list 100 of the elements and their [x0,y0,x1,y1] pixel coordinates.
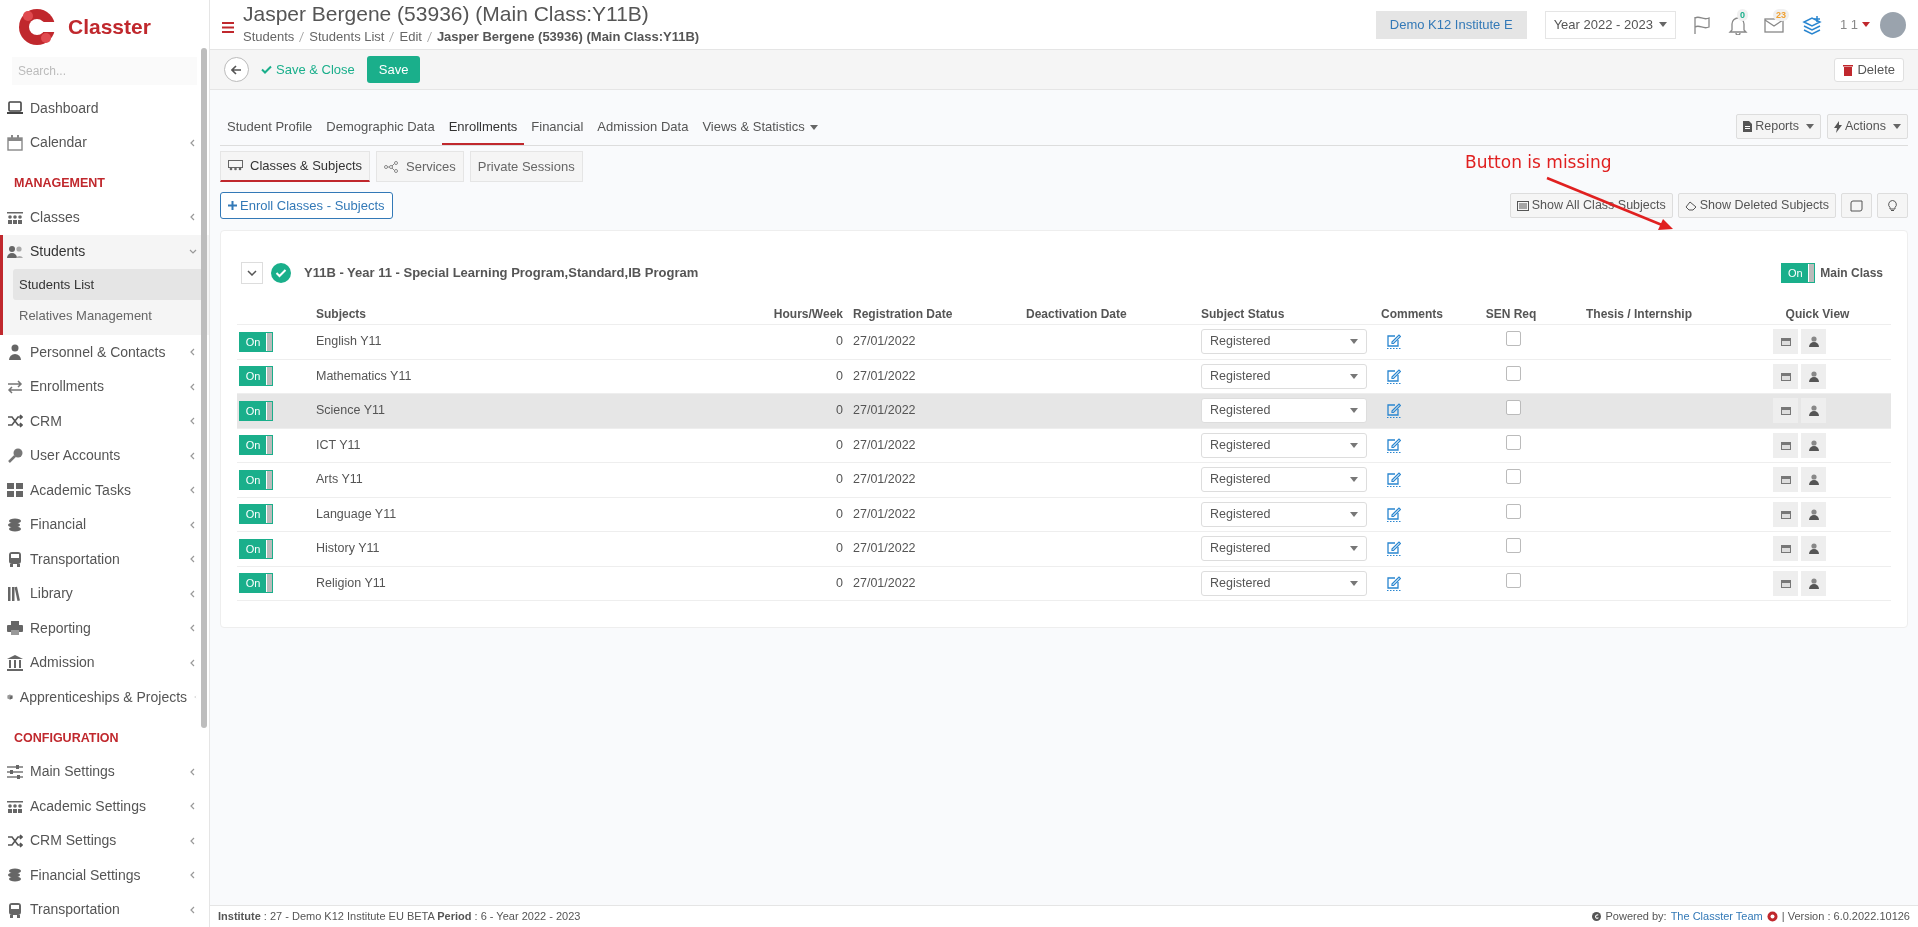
tab[interactable]: Admission Data [590,111,696,145]
person-button[interactable] [1801,432,1826,458]
search-field[interactable]: Search... [12,57,197,85]
show-all-subjects-button[interactable]: Show All Class Subjects [1509,193,1673,218]
back-button[interactable] [224,57,249,82]
sidebar-item[interactable]: Personnel & Contacts [0,335,209,370]
sidebar-item[interactable]: Calendar [0,125,209,160]
table-row[interactable]: On Arts Y11 0 27/01/2022 Registered [237,463,1891,498]
status-dropdown[interactable]: Registered [1201,501,1367,527]
calendar-button[interactable] [1773,501,1798,527]
checkbox[interactable] [1506,538,1521,554]
breadcrumb-item[interactable]: Edit [399,27,422,47]
edit-icon[interactable] [1387,437,1401,453]
tips-button[interactable] [1877,193,1908,218]
checkbox[interactable] [1506,469,1521,485]
person-button[interactable] [1801,536,1826,562]
subtab[interactable]: Services [376,151,464,182]
edit-icon[interactable] [1387,334,1401,350]
status-dropdown[interactable]: Registered [1201,398,1367,424]
sidebar-item[interactable]: Library [0,576,209,611]
sidebar-item[interactable]: Transportation [0,542,209,577]
year-dropdown[interactable]: Year 2022 - 2023 [1544,10,1676,39]
checkbox[interactable] [1506,400,1521,416]
avatar[interactable] [1880,11,1906,38]
calendar-button[interactable] [1773,398,1798,424]
edit-icon[interactable] [1387,403,1401,419]
table-row[interactable]: On History Y11 0 27/01/2022 Registered [237,532,1891,567]
calendar-button[interactable] [1773,432,1798,458]
checkbox[interactable] [1506,503,1521,519]
edit-icon[interactable] [1387,368,1401,384]
institute-button[interactable]: Demo K12 Institute E [1375,10,1527,39]
breadcrumb-item[interactable]: Students [243,27,295,47]
table-row[interactable]: On Science Y11 0 27/01/2022 Registered [237,394,1891,429]
tab[interactable]: Demographic Data [319,111,442,145]
table-row[interactable]: On ICT Y11 0 27/01/2022 Registered [237,428,1891,463]
tab[interactable]: Financial [524,111,591,145]
delete-button[interactable]: Delete [1834,57,1904,82]
table-row[interactable]: On Religion Y11 0 27/01/2022 Registered [237,566,1891,601]
status-dropdown[interactable]: Registered [1201,363,1367,389]
layers-icon[interactable] [1801,14,1822,35]
person-button[interactable] [1801,398,1826,424]
actions-dropdown[interactable]: Actions [1827,114,1908,139]
checkbox[interactable] [1506,434,1521,450]
sidebar-item[interactable]: Admission [0,645,209,680]
tab[interactable]: Enrollments [441,111,525,145]
sidebar-item[interactable]: Dashboard [0,91,209,126]
sidebar-item[interactable]: Transportation [0,892,209,927]
sidebar-item[interactable]: Main Settings [0,754,209,789]
calendar-button[interactable] [1773,363,1798,389]
scrollbar[interactable] [201,48,207,728]
person-button[interactable] [1801,570,1826,596]
edit-icon[interactable] [1387,575,1401,591]
checkbox[interactable] [1506,365,1521,381]
sidebar-item[interactable]: Reporting [0,611,209,646]
menu-icon[interactable] [222,22,234,33]
submenu-item[interactable]: Relatives Management [13,300,201,331]
person-button[interactable] [1801,467,1826,493]
sidebar-item[interactable]: User Accounts [0,438,209,473]
calendar-button[interactable] [1773,570,1798,596]
sidebar-item[interactable]: CRM [0,404,209,439]
edit-icon[interactable] [1387,472,1401,488]
sidebar-item[interactable]: Students [3,234,209,269]
breadcrumb-item[interactable]: Students List [309,27,385,47]
status-dropdown[interactable]: Registered [1201,329,1367,355]
scroll-button[interactable] [1841,193,1872,218]
team-link[interactable]: The Classter Team [1670,908,1763,925]
subtab[interactable]: Private Sessions [469,151,583,182]
status-dropdown[interactable]: Registered [1201,570,1367,596]
status-dropdown[interactable]: Registered [1201,467,1367,493]
checkbox[interactable] [1506,572,1521,588]
enroll-button[interactable]: Enroll Classes - Subjects [220,192,393,219]
tab[interactable]: Views & Statistics [695,111,825,145]
sidebar-item[interactable]: Enrollments [0,369,209,404]
caret-icon[interactable] [1862,22,1870,27]
tab[interactable]: Student Profile [220,111,320,145]
sidebar-item[interactable]: Classes [0,200,209,235]
checkbox[interactable] [1506,331,1521,347]
sidebar-item[interactable]: Academic Settings [0,789,209,824]
sidebar-item[interactable]: Financial Settings [0,858,209,893]
sidebar-item[interactable]: Academic Tasks [0,473,209,508]
calendar-button[interactable] [1773,467,1798,493]
reports-dropdown[interactable]: Reports [1736,114,1821,139]
status-dropdown[interactable]: Registered [1201,536,1367,562]
calendar-button[interactable] [1773,536,1798,562]
subtab[interactable]: Classes & Subjects [220,151,370,182]
table-row[interactable]: On English Y11 0 27/01/2022 Registered [237,325,1891,360]
person-button[interactable] [1801,501,1826,527]
sidebar-item[interactable]: Apprenticeships & Projects [0,680,209,715]
show-deleted-subjects-button[interactable]: Show Deleted Subjects [1677,193,1836,218]
edit-icon[interactable] [1387,541,1401,557]
submenu-item[interactable]: Students List [13,269,201,300]
table-row[interactable]: On Language Y11 0 27/01/2022 Registered [237,497,1891,532]
user-name[interactable]: 1 1 [1839,14,1858,35]
flag-icon[interactable] [1691,14,1712,35]
status-dropdown[interactable]: Registered [1201,432,1367,458]
person-button[interactable] [1801,363,1826,389]
edit-icon[interactable] [1387,506,1401,522]
sidebar-item[interactable]: CRM Settings [0,823,209,858]
calendar-button[interactable] [1773,329,1798,355]
person-button[interactable] [1801,329,1826,355]
